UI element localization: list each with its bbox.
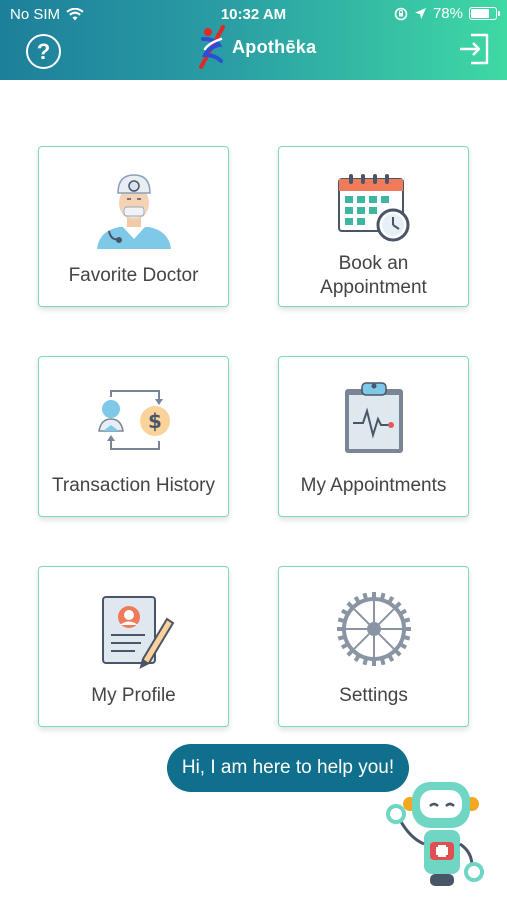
svg-text:$: $ (148, 409, 162, 433)
clipboard-icon (344, 382, 403, 453)
logo-text: Apothēka (232, 36, 317, 57)
transaction-icon: $ (97, 390, 170, 450)
battery-percent: 78% (432, 5, 463, 22)
rotation-lock-icon (394, 7, 408, 20)
profile-icon (101, 596, 174, 669)
tile-book-appointment[interactable]: Book an Appointment (278, 146, 469, 307)
tile-label: Book an Appointment (320, 253, 427, 298)
tile-label: Transaction History (52, 475, 215, 496)
status-bar: No SIM 10:32 AM 78% (0, 0, 507, 28)
assistant-message: Hi, I am here to help you! (181, 757, 395, 778)
battery-icon (469, 7, 500, 20)
location-icon (414, 8, 426, 19)
tile-my-appointments[interactable]: My Appointments (278, 356, 469, 517)
gear-icon (336, 592, 411, 666)
tile-my-profile[interactable]: My Profile (38, 566, 229, 727)
tile-favorite-doctor[interactable]: Favorite Doctor (38, 146, 229, 307)
tile-label: Settings (339, 685, 408, 706)
calendar-icon (337, 174, 409, 242)
tile-label: My Profile (91, 685, 176, 706)
help-button[interactable]: ? (26, 34, 61, 69)
battery-fill (471, 9, 489, 18)
tile-label: Favorite Doctor (68, 265, 199, 286)
apotheka-logo-icon (199, 25, 225, 69)
tile-label: My Appointments (300, 475, 447, 496)
robot-assistant-icon[interactable] (372, 768, 488, 892)
tile-transaction-history[interactable]: $ Transaction History (38, 356, 229, 517)
logout-button[interactable] (457, 32, 491, 66)
app-logo: Apothēka (195, 25, 316, 69)
help-icon: ? (36, 38, 51, 64)
doctor-icon (96, 174, 171, 249)
app-header: No SIM 10:32 AM 78% ? Apothēka (0, 0, 507, 80)
tile-settings[interactable]: Settings (278, 566, 469, 727)
